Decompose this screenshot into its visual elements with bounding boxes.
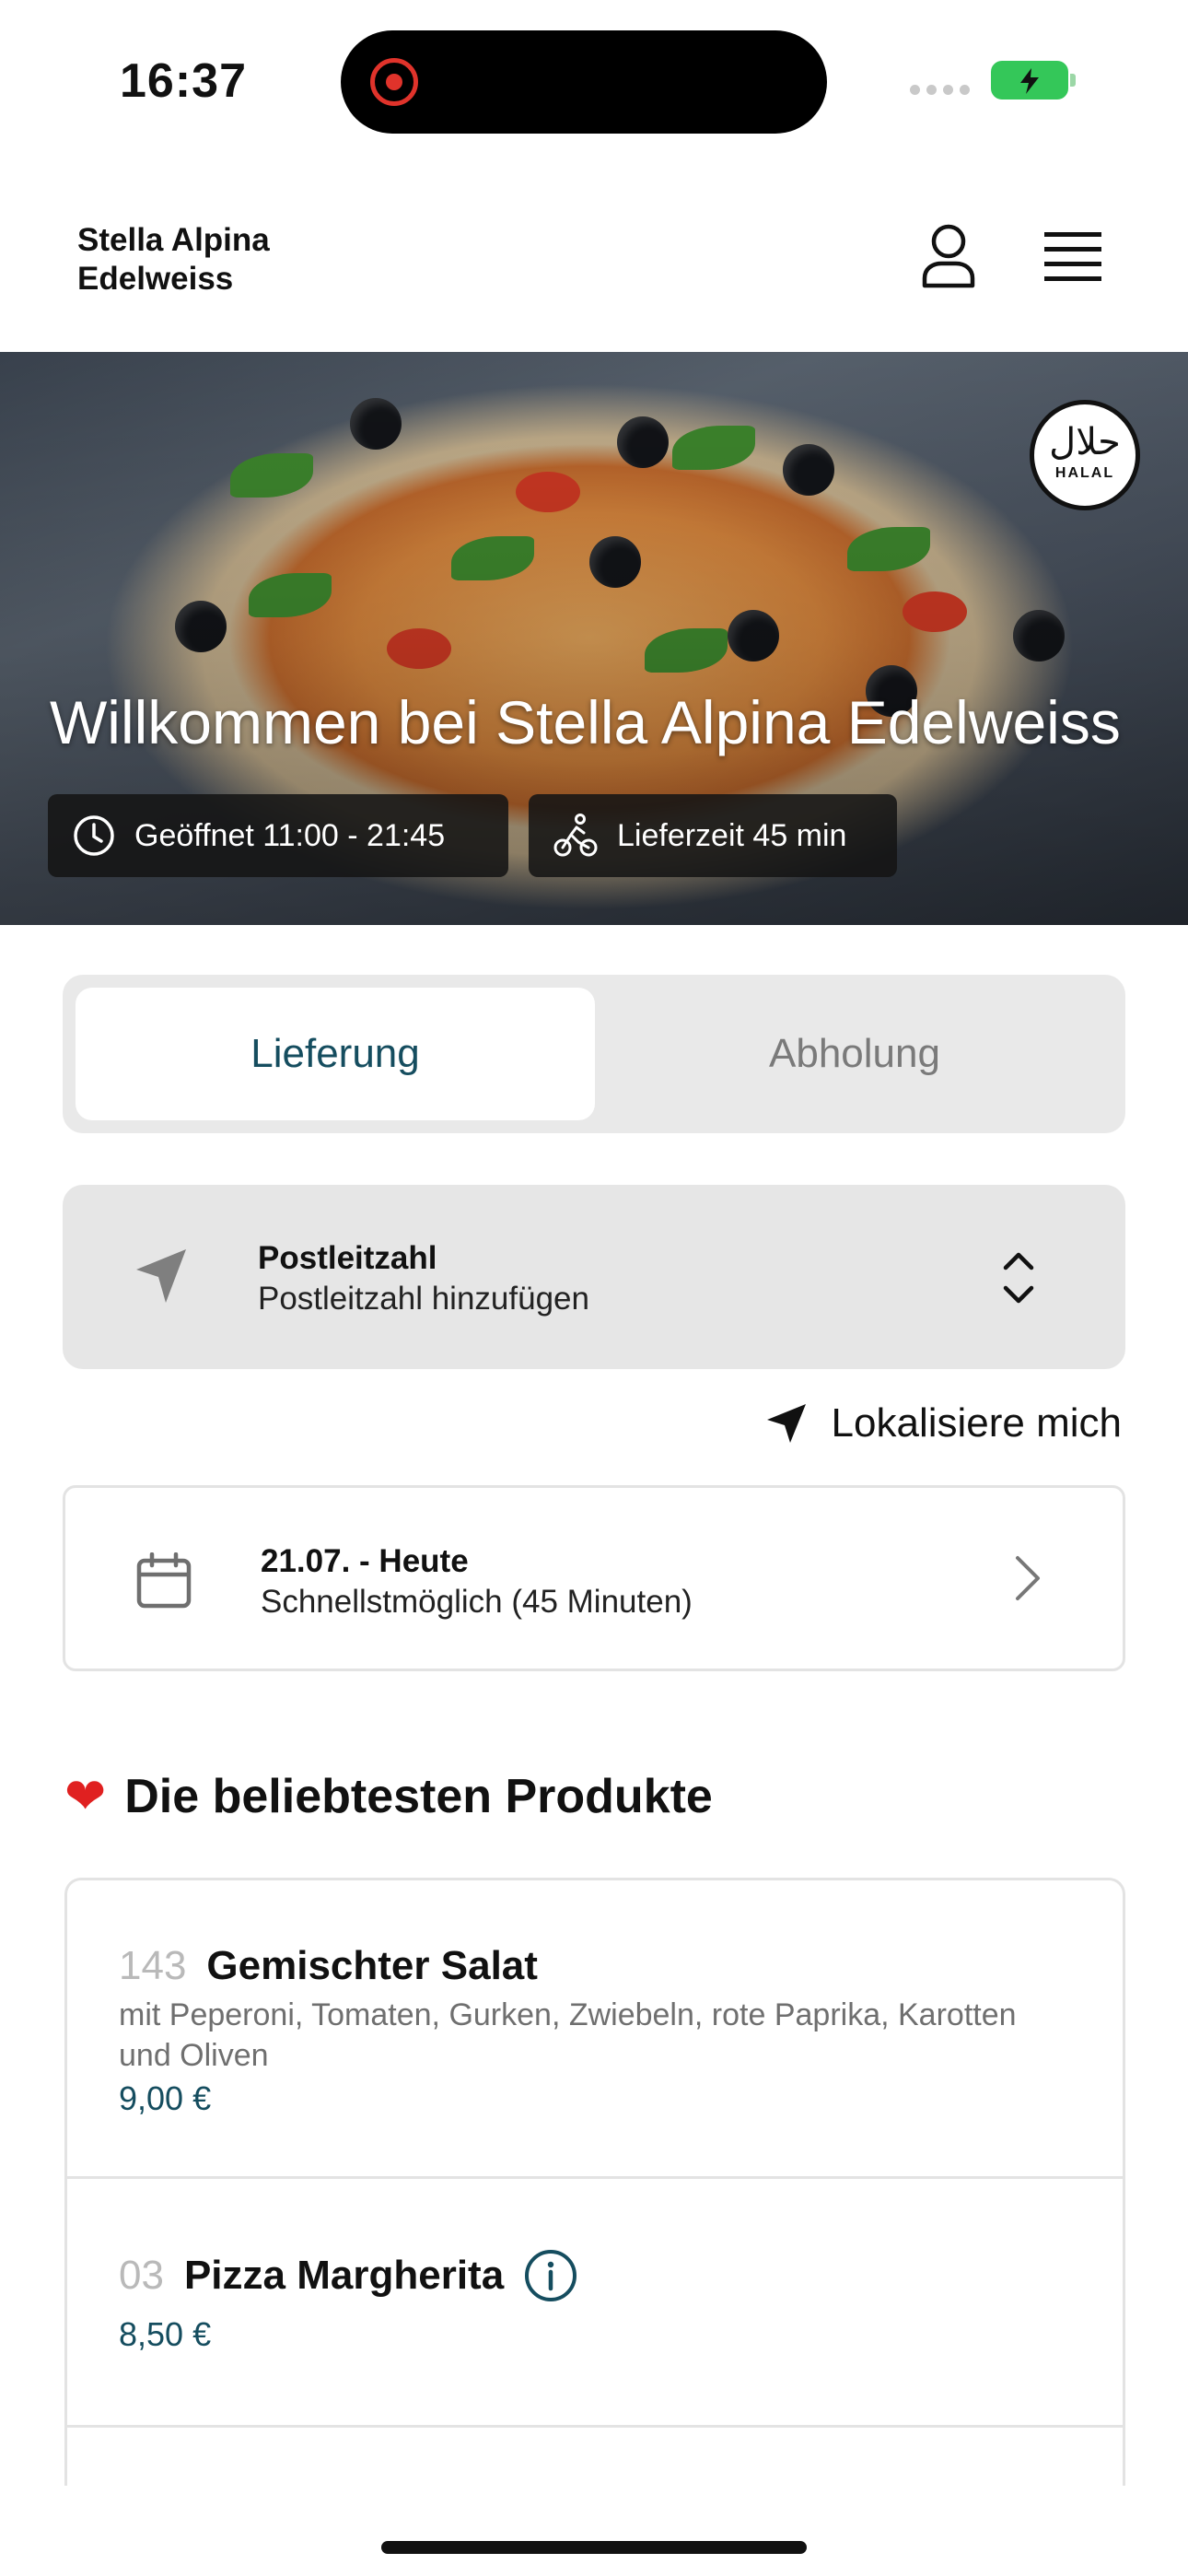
delivery-time-text: Lieferzeit 45 min — [617, 817, 847, 853]
info-icon[interactable] — [524, 2249, 577, 2302]
product-number: 143 — [119, 1943, 187, 1988]
heart-icon: ❤ — [64, 1769, 107, 1824]
welcome-title: Willkommen bei Stella Alpina Edelweiss — [50, 688, 1121, 756]
clock-icon — [74, 815, 114, 856]
delivery-time-selector[interactable]: 21.07. - Heute Schnellstmöglich (45 Minu… — [63, 1485, 1125, 1671]
section-title-text: Die beliebtesten Produkte — [124, 1769, 713, 1823]
status-time: 16:37 — [120, 54, 247, 108]
delivery-time-option: Schnellstmöglich (45 Minuten) — [261, 1584, 693, 1620]
tab-delivery[interactable]: Lieferung — [76, 988, 595, 1120]
postcode-placeholder: Postleitzahl hinzufügen — [258, 1281, 589, 1317]
calendar-icon — [136, 1552, 192, 1609]
locate-me-button[interactable]: Lokalisiere mich — [765, 1400, 1122, 1446]
status-bar: 16:37 — [0, 0, 1188, 157]
navigation-arrow-icon — [766, 1404, 806, 1443]
delivery-time-chip: Lieferzeit 45 min — [529, 794, 897, 877]
order-mode-toggle: Lieferung Abholung — [63, 975, 1125, 1133]
halal-arabic-text: حلال — [1049, 421, 1121, 463]
product-item[interactable]: 03 Pizza Margherita 8,50 € — [67, 2179, 1123, 2428]
product-price: 8,50 € — [119, 2315, 212, 2353]
home-indicator[interactable] — [381, 2541, 807, 2554]
halal-label: HALAL — [1054, 465, 1115, 481]
bicycle-courier-icon — [553, 814, 598, 857]
app-header: Stella Alpina Edelweiss — [0, 157, 1188, 352]
brand-line-1: Stella Alpina — [77, 222, 270, 258]
product-description: mit Peperoni, Tomaten, Gurken, Zwiebeln,… — [119, 1997, 1017, 2073]
hero-banner: حلال HALAL Willkommen bei Stella Alpina … — [0, 352, 1188, 925]
dynamic-island — [341, 30, 827, 134]
halal-badge: حلال HALAL — [1030, 400, 1140, 510]
user-icon — [922, 224, 975, 288]
product-item[interactable]: 143 Gemischter Salat mit Peperoni, Tomat… — [67, 1880, 1123, 2179]
chevron-right-icon — [1016, 1556, 1040, 1600]
locate-me-label: Lokalisiere mich — [831, 1400, 1122, 1446]
hamburger-menu-icon — [1044, 232, 1101, 281]
opening-hours-text: Geöffnet 11:00 - 21:45 — [134, 817, 446, 853]
battery-charging-icon — [991, 61, 1076, 100]
chevron-up-down-icon — [1003, 1252, 1034, 1304]
product-list: 143 Gemischter Salat mit Peperoni, Tomat… — [64, 1878, 1125, 2486]
postcode-label: Postleitzahl — [258, 1240, 437, 1276]
restaurant-name[interactable]: Stella Alpina Edelweiss — [77, 221, 390, 299]
product-price: 9,00 € — [119, 2079, 212, 2117]
product-name: Pizza Margherita — [183, 2253, 505, 2298]
product-number: 03 — [119, 2253, 164, 2298]
postcode-select[interactable]: Postleitzahl Postleitzahl hinzufügen — [63, 1185, 1125, 1369]
menu-button[interactable] — [1042, 230, 1103, 284]
delivery-date: 21.07. - Heute — [261, 1543, 469, 1579]
tab-pickup[interactable]: Abholung — [595, 988, 1114, 1120]
location-arrow-icon — [136, 1249, 186, 1303]
account-button[interactable] — [919, 223, 978, 289]
opening-hours-chip: Geöffnet 11:00 - 21:45 — [48, 794, 508, 877]
recording-icon — [370, 58, 418, 106]
brand-line-2: Edelweiss — [77, 261, 234, 297]
product-name: Gemischter Salat — [206, 1943, 538, 1988]
popular-products-heading: ❤ Die beliebtesten Produkte — [64, 1767, 713, 1825]
signal-icon — [910, 85, 970, 95]
